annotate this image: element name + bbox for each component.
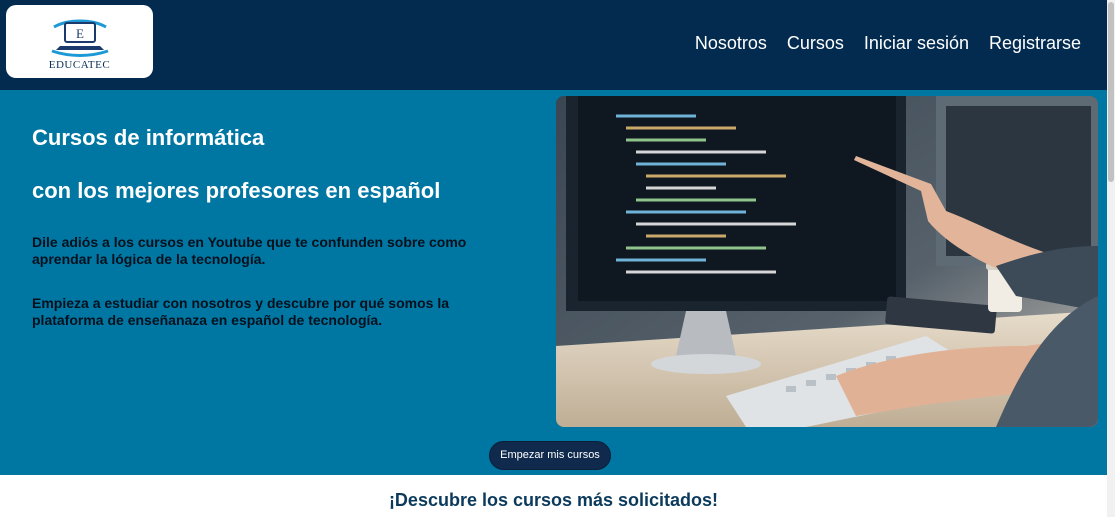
section-title: ¡Descubre los cursos más solicitados! [388,490,719,510]
laptop-logo-icon: E [51,19,109,57]
hero-photo-illustration [556,96,1098,427]
scrollbar-thumb[interactable] [1108,2,1114,182]
main-nav: Nosotros Cursos Iniciar sesión Registrar… [695,33,1081,53]
start-courses-button[interactable]: Empezar mis cursos [489,441,611,470]
site-header: E EDUCATEC Nosotros Cursos Iniciar sesió… [0,0,1107,90]
nav-link-login[interactable]: Iniciar sesión [864,33,969,53]
hero-title-line1: Cursos de informática [32,125,265,150]
nav-link-courses[interactable]: Cursos [787,33,844,53]
page: E EDUCATEC Nosotros Cursos Iniciar sesió… [0,0,1115,517]
logo-text: EDUCATEC [48,59,111,71]
hero-image [556,96,1098,427]
hero-section: Cursos de informática con los mejores pr… [0,90,1107,475]
hero-title-line2: con los mejores profesores en español [32,178,441,203]
vertical-scrollbar[interactable] [1107,0,1115,517]
nav-link-about[interactable]: Nosotros [695,33,767,53]
nav-link-register[interactable]: Registrarse [989,33,1081,53]
hero-paragraph-1: Dile adiós a los cursos en Youtube que t… [32,234,467,267]
hero-paragraph-2: Empieza a estudiar con nosotros y descub… [32,295,449,328]
logo[interactable]: E EDUCATEC [6,5,153,78]
logo-letter: E [76,26,84,41]
